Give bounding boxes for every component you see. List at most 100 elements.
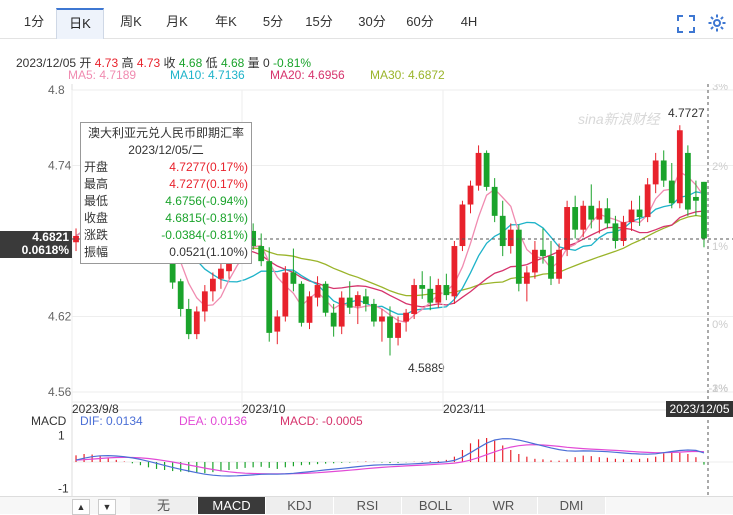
tooltip-row: 收盘 4.6815(-0.81%) — [81, 210, 251, 227]
candle-body — [201, 291, 208, 312]
ohlc-summary: 2023/12/05 开 4.73 高 4.73 收 4.68 低 4.68 量… — [16, 54, 311, 71]
candle-body — [684, 152, 691, 210]
candle-body — [298, 283, 305, 323]
tooltip-value: 0.0521(1.10%) — [169, 245, 248, 259]
candle-body — [676, 130, 683, 204]
macd-tick-label: 1 — [58, 428, 65, 442]
candle-body — [668, 180, 675, 204]
tooltip-key: 最低 — [84, 194, 109, 208]
candle-body — [459, 204, 466, 247]
indicator-tab-4[interactable]: BOLL — [402, 497, 470, 514]
candle-body — [395, 322, 401, 338]
candle-body — [604, 208, 611, 224]
tab-0[interactable]: 1分 — [17, 9, 51, 35]
pct-tick-label: -3% — [708, 383, 728, 395]
candle-body — [540, 249, 546, 257]
dea-label: DEA: 0.0136 — [179, 414, 248, 428]
date-badge: 2023/12/05 — [666, 401, 733, 417]
candle-body — [701, 181, 707, 239]
indicator-tab-3[interactable]: RSI — [334, 497, 402, 514]
x-tick-label: 2023/11 — [443, 402, 486, 416]
tooltip-value: 4.7277(0.17%) — [169, 177, 248, 191]
candle-body — [314, 285, 321, 298]
watermark: sina新浪财经 — [578, 111, 662, 127]
dea-line — [75, 444, 705, 475]
candle-body — [330, 312, 337, 327]
candle-body — [693, 196, 699, 201]
y-tick-label: 4.8 — [48, 84, 65, 97]
tab-2[interactable]: 周K — [109, 9, 153, 35]
tooltip-row: 涨跌 -0.0384(-0.81%) — [81, 227, 251, 244]
tooltip-value: 4.6815(-0.81%) — [165, 211, 248, 225]
candle-body — [596, 208, 603, 220]
gear-icon[interactable] — [707, 13, 727, 33]
pct-tick-label: 3% — [712, 84, 728, 93]
fullscreen-icon[interactable] — [676, 14, 696, 34]
candle-body — [354, 295, 361, 307]
candle-body — [306, 296, 313, 323]
ma5-label: MA5: 4.7189 — [68, 68, 137, 82]
price-badge: 4.6821 0.0618% — [0, 231, 72, 258]
tab-7[interactable]: 30分 — [350, 9, 394, 35]
candle-body — [523, 272, 530, 284]
candle-body — [467, 185, 474, 205]
candle-body — [548, 256, 554, 279]
candle-body — [588, 205, 595, 220]
candle-body — [346, 297, 353, 308]
tab-8[interactable]: 60分 — [398, 9, 442, 35]
candle-body — [507, 229, 514, 247]
tab-1[interactable]: 日K — [56, 8, 104, 39]
indicator-tab-1[interactable]: MACD — [198, 497, 266, 514]
candle-body — [411, 285, 418, 314]
candle-body — [282, 272, 289, 317]
macd-panel: 1 -1 — [58, 428, 733, 496]
pct-tick-label: 2% — [712, 161, 728, 173]
candle-body — [266, 261, 273, 333]
candle-body — [185, 308, 192, 335]
tooltip-key: 振幅 — [84, 245, 109, 259]
low-annotation: 4.5889 — [408, 361, 445, 375]
tooltip-key: 收盘 — [84, 211, 109, 225]
candle-body — [403, 312, 409, 322]
candle-body — [644, 184, 651, 218]
tab-3[interactable]: 月K — [155, 9, 199, 35]
tooltip-row: 开盘 4.7277(0.17%) — [81, 159, 251, 176]
ohlc-tooltip: 澳大利亚元兑人民币即期汇率 2023/12/05/二 开盘 4.7277(0.17… — [80, 122, 252, 264]
candle-body — [322, 283, 329, 313]
candle-body — [371, 303, 377, 322]
candle-body — [564, 207, 571, 250]
y-tick-label: 4.62 — [48, 310, 72, 324]
tooltip-row: 最高 4.7277(0.17%) — [81, 176, 251, 193]
ma10-label: MA10: 4.7136 — [170, 68, 245, 82]
macd-tick-label: -1 — [58, 482, 69, 496]
y-tick-label: 4.56 — [48, 385, 72, 399]
candle-body — [491, 186, 498, 216]
candle-body — [362, 296, 369, 304]
tab-5[interactable]: 5分 — [256, 9, 290, 35]
tab-4[interactable]: 年K — [204, 9, 248, 35]
badge-pct: 0.0618% — [21, 243, 69, 257]
indicator-tab-2[interactable]: KDJ — [266, 497, 334, 514]
tooltip-value: -0.0384(-0.81%) — [161, 228, 248, 242]
high-value: 4.73 — [136, 56, 161, 70]
indicator-tab-5[interactable]: WR — [470, 497, 538, 514]
tab-6[interactable]: 15分 — [297, 9, 341, 35]
indicator-tabs: ▲ ▼ 无 MACD KDJ RSI BOLL WR DMI — [0, 496, 733, 515]
candle-body — [177, 281, 184, 309]
candle-body — [532, 249, 538, 273]
vol-label: 量 — [247, 56, 260, 70]
candle-body — [258, 246, 265, 262]
ma30-label: MA30: 4.6872 — [370, 68, 445, 82]
indicator-tab-0[interactable]: 无 — [130, 497, 198, 514]
macd-value-label: MACD: -0.0005 — [280, 414, 363, 428]
tooltip-title: 澳大利亚元兑人民币即期汇率 — [87, 126, 244, 140]
indicator-tab-6[interactable]: DMI — [538, 497, 606, 514]
candle-body — [218, 268, 224, 279]
tab-9[interactable]: 4H — [452, 9, 486, 35]
candle-body — [338, 297, 345, 327]
pct-tick-label: 1% — [712, 241, 728, 253]
candle-body — [419, 285, 426, 289]
candle-body — [274, 316, 281, 332]
candle-body — [483, 152, 490, 187]
candle-body — [435, 285, 442, 303]
